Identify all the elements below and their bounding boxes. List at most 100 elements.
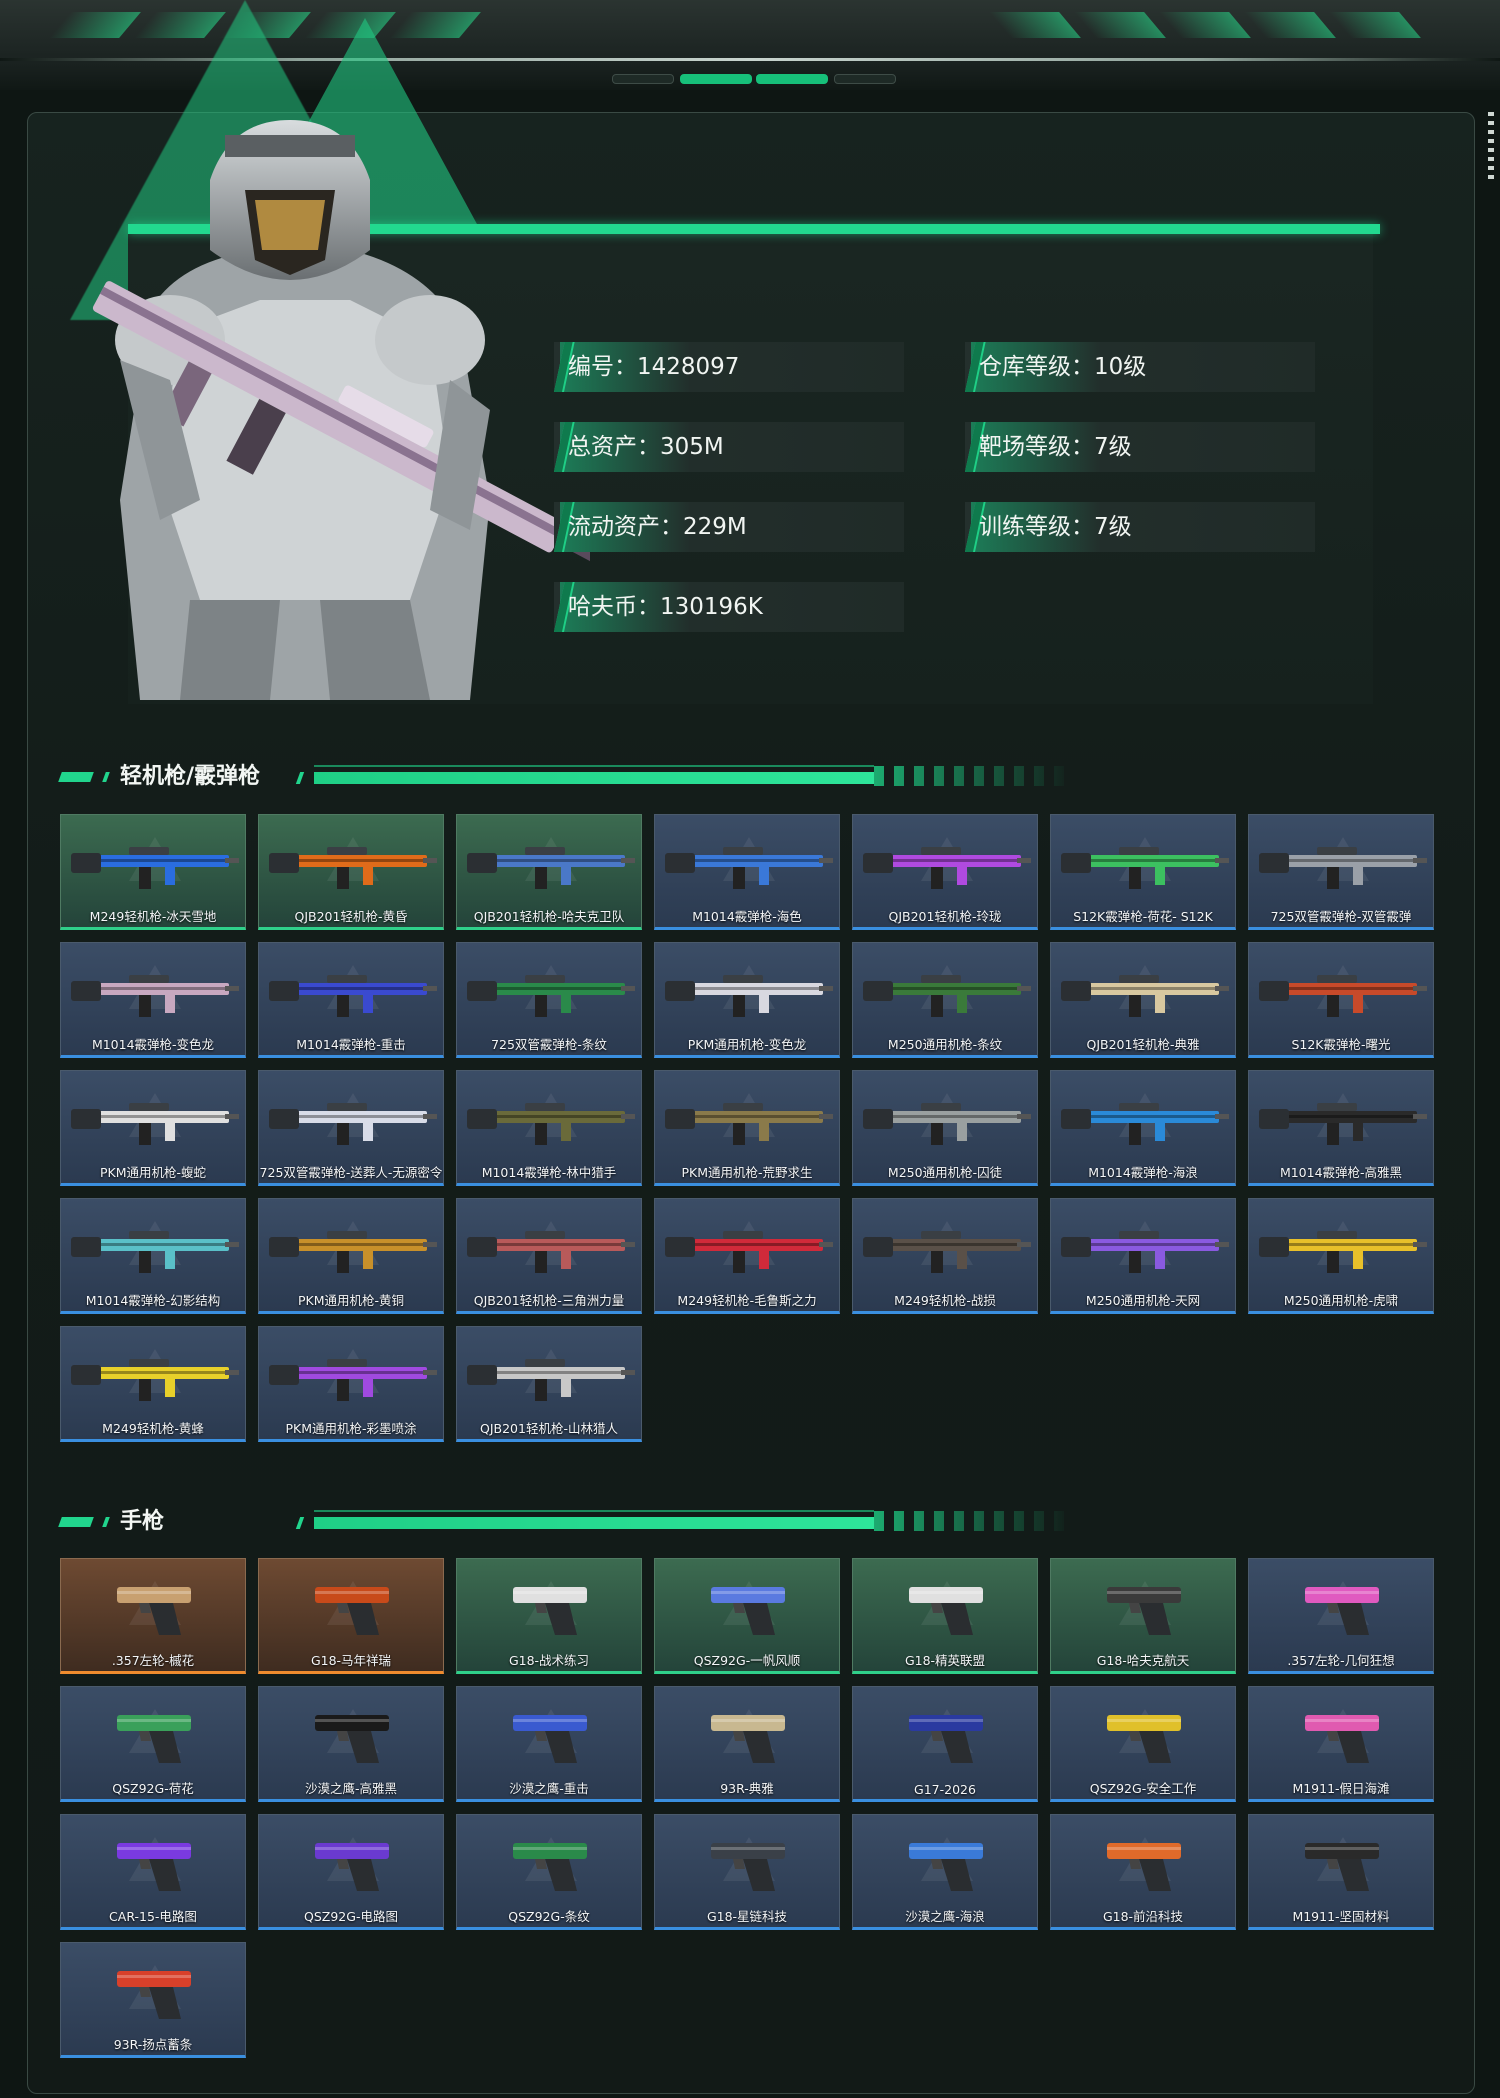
- item-card[interactable]: M1014霰弹枪-海浪: [1050, 1070, 1236, 1186]
- item-card[interactable]: M1014霰弹枪-海色: [654, 814, 840, 930]
- item-card[interactable]: M249轻机枪-冰天雪地: [60, 814, 246, 930]
- weapon-icon: [269, 847, 437, 889]
- item-card[interactable]: M1014霰弹枪-变色龙: [60, 942, 246, 1058]
- item-card[interactable]: G18-哈夫克航天: [1050, 1558, 1236, 1674]
- item-card[interactable]: QJB201轻机枪-哈夫克卫队: [456, 814, 642, 930]
- weapon-icon: [863, 975, 1031, 1017]
- stat-range-level: 靶场等级：7级: [965, 422, 1315, 472]
- weapon-icon: [1107, 1715, 1181, 1763]
- stat-total-assets: 总资产：305M: [554, 422, 904, 472]
- item-name: QJB201轻机枪-哈夫克卫队: [473, 909, 625, 924]
- item-card[interactable]: .357左轮-几何狂想: [1248, 1558, 1434, 1674]
- item-card[interactable]: G18-星链科技: [654, 1814, 840, 1930]
- item-name: M1911-假日海滩: [1292, 1781, 1390, 1796]
- weapon-icon: [117, 1843, 191, 1891]
- item-name: PKM通用机枪-彩墨喷涂: [285, 1421, 417, 1436]
- item-card[interactable]: 93R-扬点蓄条: [60, 1942, 246, 2058]
- weapon-icon: [863, 847, 1031, 889]
- item-card[interactable]: QSZ92G-荷花: [60, 1686, 246, 1802]
- header-stripe: [1329, 12, 1421, 38]
- item-card[interactable]: 沙漠之鹰-重击: [456, 1686, 642, 1802]
- weapon-icon: [909, 1843, 983, 1891]
- item-card[interactable]: CAR-15-电路图: [60, 1814, 246, 1930]
- weapon-icon: [467, 975, 635, 1017]
- header-pill-active: [756, 74, 828, 84]
- stat-total-assets-label: 总资产：305M: [568, 434, 724, 460]
- header-pill: [834, 74, 896, 84]
- item-card[interactable]: QSZ92G-条纹: [456, 1814, 642, 1930]
- item-card[interactable]: G18-前沿科技: [1050, 1814, 1236, 1930]
- weapon-icon: [711, 1715, 785, 1763]
- item-card[interactable]: S12K霰弹枪-曙光: [1248, 942, 1434, 1058]
- item-card[interactable]: 沙漠之鹰-海浪: [852, 1814, 1038, 1930]
- stat-liquid-assets-label: 流动资产：229M: [568, 514, 747, 540]
- weapon-icon: [71, 1359, 239, 1401]
- weapon-icon: [1061, 1103, 1229, 1145]
- item-card[interactable]: M250通用机枪-囚徒: [852, 1070, 1038, 1186]
- item-card[interactable]: PKM通用机枪-黄铜: [258, 1198, 444, 1314]
- header-stripe: [1159, 12, 1251, 38]
- item-card[interactable]: PKM通用机枪-变色龙: [654, 942, 840, 1058]
- item-name: M1911-坚固材料: [1292, 1909, 1390, 1924]
- item-name: G18-战术练习: [508, 1653, 590, 1668]
- item-card[interactable]: G18-战术练习: [456, 1558, 642, 1674]
- item-card[interactable]: 725双管霰弹枪-送葬人-无源密令: [258, 1070, 444, 1186]
- weapon-icon: [1259, 1103, 1427, 1145]
- item-card[interactable]: 93R-典雅: [654, 1686, 840, 1802]
- item-card[interactable]: G18-马年祥瑞: [258, 1558, 444, 1674]
- stat-id: 编号：1428097: [554, 342, 904, 392]
- item-card[interactable]: QJB201轻机枪-三角洲力量: [456, 1198, 642, 1314]
- stat-liquid-assets: 流动资产：229M: [554, 502, 904, 552]
- weapon-icon: [269, 975, 437, 1017]
- item-name: QJB201轻机枪-玲珑: [888, 909, 1002, 924]
- item-card[interactable]: 沙漠之鹰-高雅黑: [258, 1686, 444, 1802]
- item-card[interactable]: QSZ92G-安全工作: [1050, 1686, 1236, 1802]
- item-card[interactable]: M249轻机枪-毛鲁斯之力: [654, 1198, 840, 1314]
- item-card[interactable]: PKM通用机枪-荒野求生: [654, 1070, 840, 1186]
- item-name: QSZ92G-荷花: [112, 1781, 194, 1796]
- item-card[interactable]: QSZ92G-一帆风顺: [654, 1558, 840, 1674]
- scroll-indicator[interactable]: [1488, 112, 1494, 182]
- weapon-icon: [513, 1843, 587, 1891]
- item-card[interactable]: M249轻机枪-战损: [852, 1198, 1038, 1314]
- stat-currency: 哈夫币：130196K: [554, 582, 904, 632]
- weapon-icon: [711, 1587, 785, 1635]
- stat-training-level: 训练等级：7级: [965, 502, 1315, 552]
- item-card[interactable]: M1014霰弹枪-幻影结构: [60, 1198, 246, 1314]
- weapon-icon: [665, 1103, 833, 1145]
- item-card[interactable]: G18-精英联盟: [852, 1558, 1038, 1674]
- item-card[interactable]: QJB201轻机枪-黄昏: [258, 814, 444, 930]
- item-card[interactable]: M1911-假日海滩: [1248, 1686, 1434, 1802]
- item-name: G17-2026: [914, 1782, 976, 1797]
- item-card[interactable]: M250通用机枪-天网: [1050, 1198, 1236, 1314]
- item-card[interactable]: QSZ92G-电路图: [258, 1814, 444, 1930]
- weapon-icon: [1061, 1231, 1229, 1273]
- item-name: CAR-15-电路图: [109, 1909, 197, 1924]
- item-card[interactable]: M1014霰弹枪-林中猎手: [456, 1070, 642, 1186]
- weapon-icon: [1259, 1231, 1427, 1273]
- weapon-icon: [71, 847, 239, 889]
- item-card[interactable]: M249轻机枪-黄蜂: [60, 1326, 246, 1442]
- item-card[interactable]: S12K霰弹枪-荷花- S12K: [1050, 814, 1236, 930]
- item-name: 725双管霰弹枪-条纹: [491, 1037, 607, 1052]
- item-name: 93R-典雅: [720, 1781, 774, 1796]
- item-name: 沙漠之鹰-重击: [509, 1781, 589, 1796]
- item-card[interactable]: M250通用机枪-条纹: [852, 942, 1038, 1058]
- stat-warehouse-level: 仓库等级：10级: [965, 342, 1315, 392]
- item-card[interactable]: M1014霰弹枪-重击: [258, 942, 444, 1058]
- item-card[interactable]: QJB201轻机枪-玲珑: [852, 814, 1038, 930]
- item-name: M250通用机枪-虎啸: [1283, 1293, 1399, 1308]
- item-card[interactable]: M1014霰弹枪-高雅黑: [1248, 1070, 1434, 1186]
- item-card[interactable]: QJB201轻机枪-山林猎人: [456, 1326, 642, 1442]
- item-card[interactable]: M1911-坚固材料: [1248, 1814, 1434, 1930]
- item-card[interactable]: 725双管霰弹枪-条纹: [456, 942, 642, 1058]
- item-card[interactable]: PKM通用机枪-蝮蛇: [60, 1070, 246, 1186]
- item-card[interactable]: M250通用机枪-虎啸: [1248, 1198, 1434, 1314]
- item-card[interactable]: QJB201轻机枪-典雅: [1050, 942, 1236, 1058]
- item-card[interactable]: 725双管霰弹枪-双管霰弹: [1248, 814, 1434, 930]
- item-card[interactable]: PKM通用机枪-彩墨喷涂: [258, 1326, 444, 1442]
- item-name: M249轻机枪-战损: [894, 1293, 996, 1308]
- item-card[interactable]: G17-2026: [852, 1686, 1038, 1802]
- item-card[interactable]: .357左轮-槭花: [60, 1558, 246, 1674]
- weapon-icon: [1061, 975, 1229, 1017]
